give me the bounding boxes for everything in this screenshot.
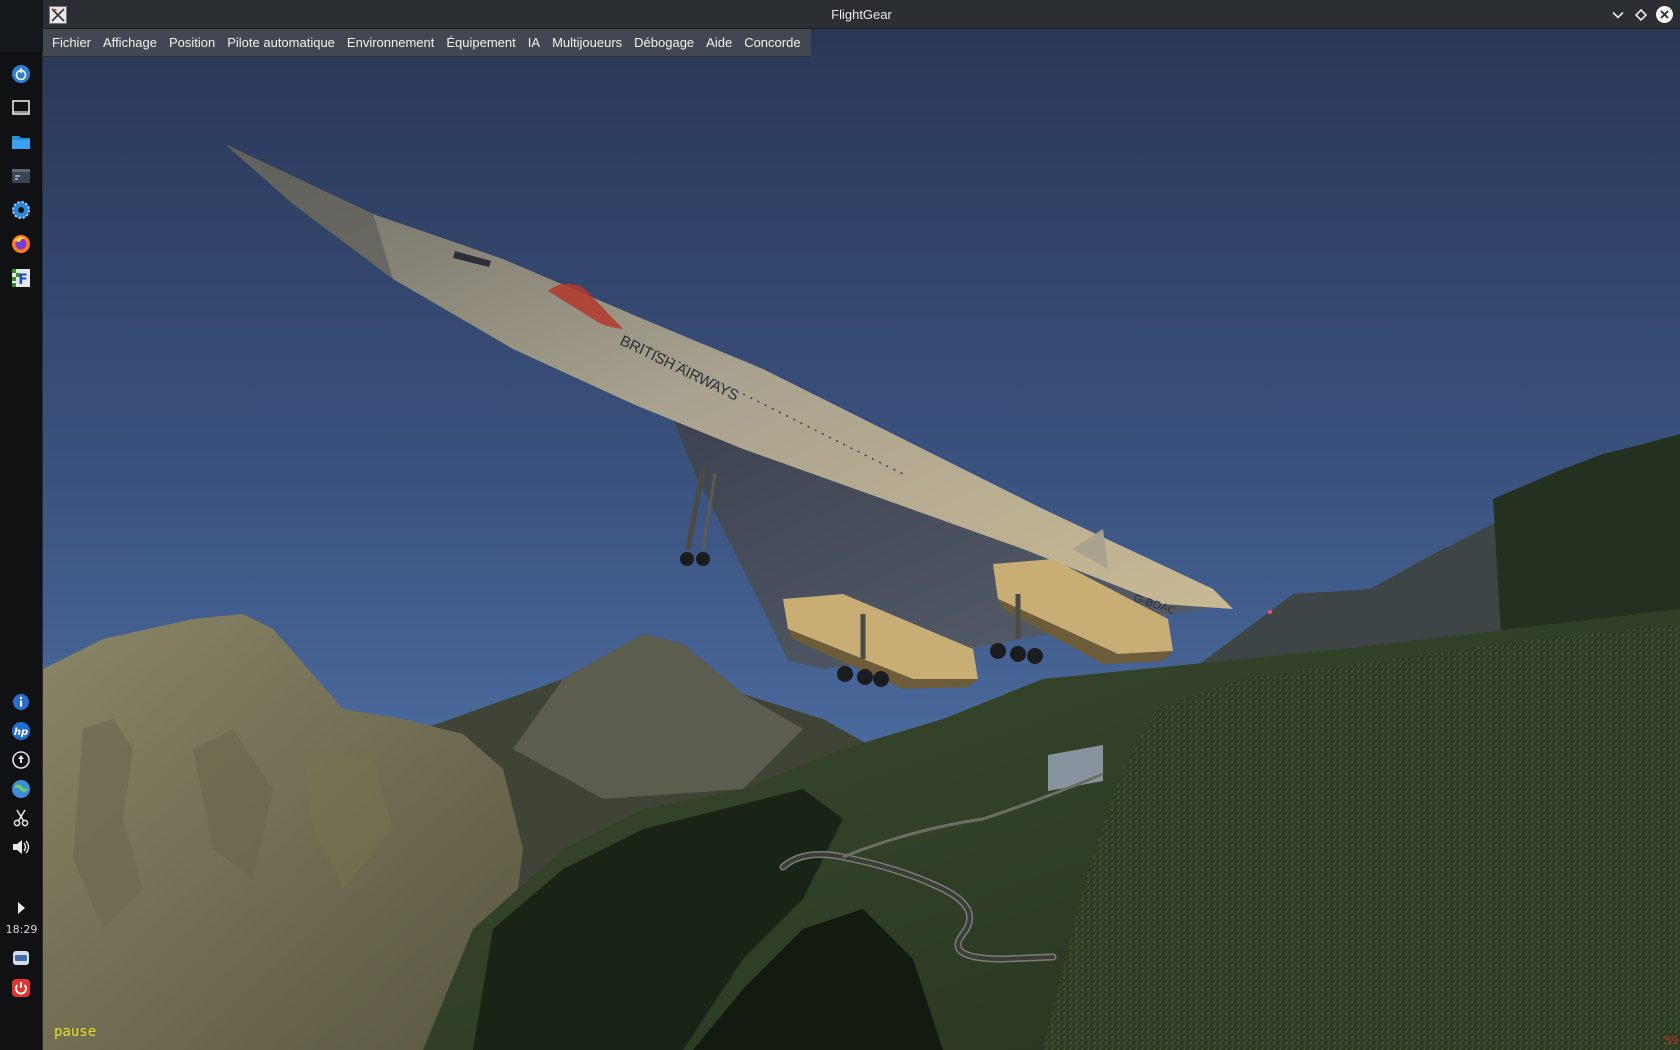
power-icon[interactable]: [6, 973, 36, 1003]
dock-clock[interactable]: 18:29: [0, 923, 43, 936]
3d-viewport[interactable]: BRITISH AIRWAYS G-BOAC Fichier Affichage…: [43, 29, 1680, 1050]
menu-position[interactable]: Position: [163, 29, 221, 57]
window-title: FlightGear: [831, 7, 892, 22]
menu-pilote-automatique[interactable]: Pilote automatique: [221, 29, 341, 57]
menu-affichage[interactable]: Affichage: [97, 29, 163, 57]
menu-debogage[interactable]: Débogage: [628, 29, 700, 57]
minimize-button[interactable]: [1608, 5, 1627, 24]
hp-icon[interactable]: hp: [6, 716, 36, 746]
network-icon[interactable]: [6, 774, 36, 804]
svg-text:hp: hp: [14, 727, 28, 738]
menu-concorde[interactable]: Concorde: [738, 29, 806, 57]
close-button[interactable]: [1655, 5, 1674, 24]
menu-environnement[interactable]: Environnement: [341, 29, 440, 57]
chevron-down-icon: [1611, 11, 1624, 19]
menu-aide[interactable]: Aide: [700, 29, 738, 57]
svg-text:F: F: [18, 272, 28, 288]
menu-fichier[interactable]: Fichier: [46, 29, 97, 57]
dock-top-edge: [0, 0, 43, 52]
terminal-icon[interactable]: [6, 161, 36, 191]
file-manager-icon[interactable]: [6, 127, 36, 157]
dock: F hp 18:29: [0, 0, 43, 1050]
launcher-icon[interactable]: [6, 59, 36, 89]
diamond-icon: [1634, 8, 1647, 21]
pause-status: pause: [54, 1024, 97, 1040]
expand-arrow-icon[interactable]: [6, 893, 36, 923]
menu-equipement[interactable]: Équipement: [440, 29, 521, 57]
menu-ia[interactable]: IA: [522, 29, 546, 57]
firefox-icon[interactable]: [6, 229, 36, 259]
desktop-icon[interactable]: [6, 93, 36, 123]
updates-icon[interactable]: [6, 745, 36, 775]
fps-counter: 59: [1664, 1034, 1678, 1047]
close-icon: [1656, 6, 1673, 23]
flightgear-window: FlightGear BRITISH AIRWAYS G-BOAC Fichie…: [43, 0, 1680, 1050]
scissors-icon[interactable]: [6, 803, 36, 833]
menu-bar: Fichier Affichage Position Pilote automa…: [43, 29, 811, 57]
maximize-button[interactable]: [1631, 5, 1650, 24]
menu-multijoueurs[interactable]: Multijoueurs: [546, 29, 628, 57]
scene-render: BRITISH AIRWAYS G-BOAC: [43, 29, 1680, 1050]
info-icon[interactable]: [6, 687, 36, 717]
flightgear-icon[interactable]: F: [6, 263, 36, 293]
volume-icon[interactable]: [6, 832, 36, 862]
disk-icon[interactable]: [6, 943, 36, 973]
settings-icon[interactable]: [6, 195, 36, 225]
title-bar[interactable]: FlightGear: [43, 0, 1680, 29]
